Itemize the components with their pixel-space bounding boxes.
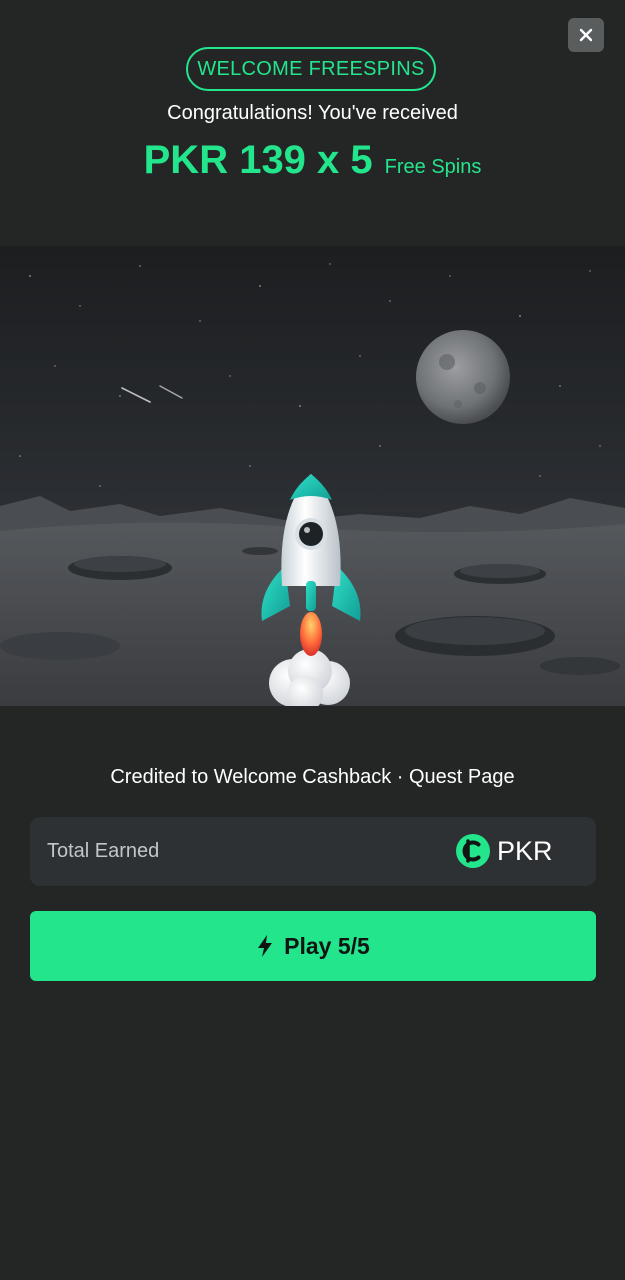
welcome-freespins-badge: WELCOME FREESPINS bbox=[186, 47, 436, 91]
close-icon bbox=[579, 28, 593, 42]
reward-amount: PKR 139 x 5 bbox=[143, 138, 373, 182]
coin-icon bbox=[456, 834, 490, 868]
hero-illustration bbox=[0, 246, 625, 706]
total-earned-currency: PKR bbox=[497, 835, 553, 866]
play-button-label: Play 5/5 bbox=[284, 932, 370, 959]
reward-amount-row: PKR 139 x 5 Free Spins bbox=[0, 138, 625, 183]
reward-suffix: Free Spins bbox=[384, 156, 482, 178]
total-earned-value: PKR bbox=[455, 833, 553, 869]
congrats-text: Congratulations! You've received bbox=[167, 102, 458, 124]
freespins-modal: WELCOME FREESPINS Congratulations! You'v… bbox=[0, 0, 625, 1280]
bolt-icon bbox=[258, 935, 273, 957]
total-earned-card: Total Earned PKR bbox=[30, 817, 596, 886]
badge-label: WELCOME FREESPINS bbox=[197, 57, 425, 80]
total-earned-label: Total Earned bbox=[47, 840, 160, 862]
play-button[interactable]: Play 5/5 bbox=[30, 911, 596, 981]
credited-text: Credited to Welcome Cashback · Quest Pag… bbox=[110, 766, 515, 788]
close-button[interactable] bbox=[568, 18, 604, 52]
